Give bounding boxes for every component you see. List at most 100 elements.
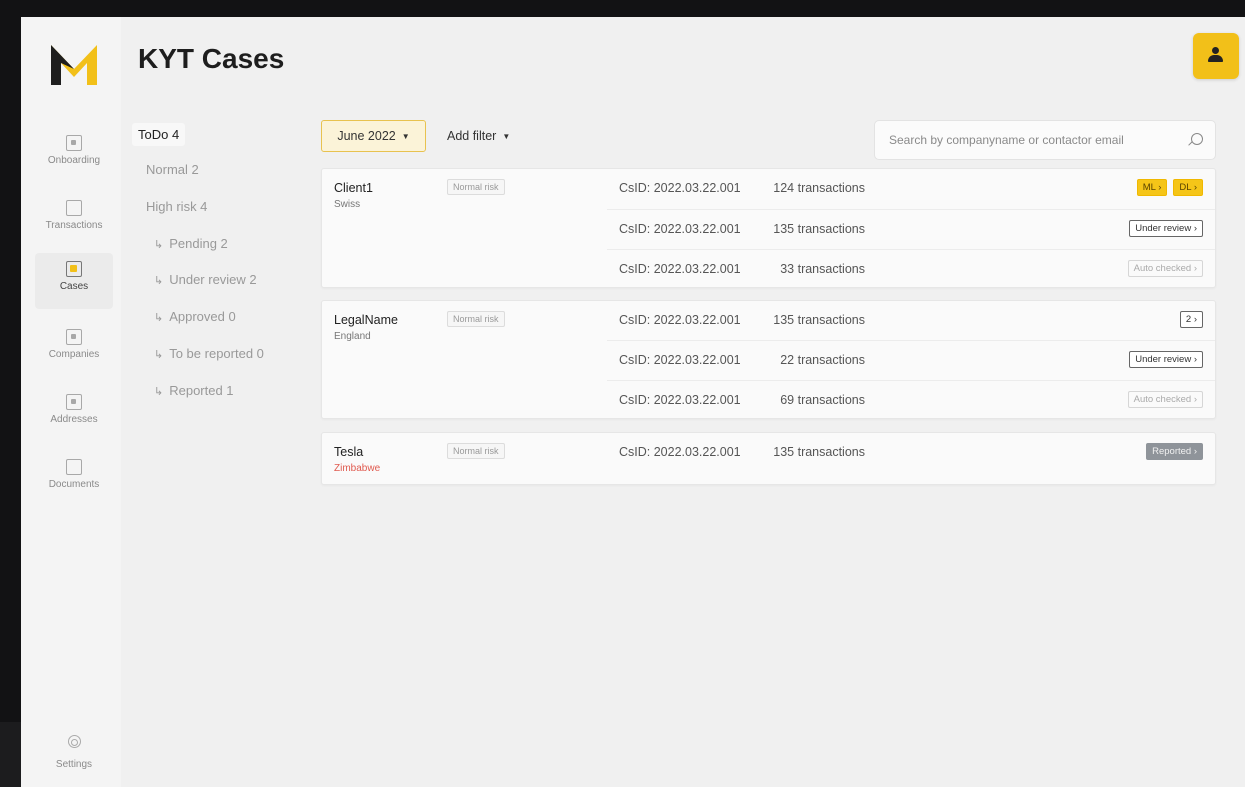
sidebar-item-documents[interactable]: Documents — [35, 451, 113, 507]
transaction-count: 135 transactions — [773, 445, 865, 459]
sidebar: Onboarding Transactions Cases Companies … — [21, 17, 121, 787]
transaction-count: 135 transactions — [773, 222, 865, 236]
auto-checked-tag[interactable]: Auto checked › — [1127, 260, 1203, 277]
status-tags: Reported › — [1146, 443, 1203, 460]
company-name[interactable]: Client1 — [334, 181, 373, 195]
transaction-count: 69 transactions — [780, 393, 865, 407]
tree-item-label: Reported 1 — [169, 383, 234, 398]
search-icon[interactable] — [1191, 133, 1203, 145]
case-id: CsID: 2022.03.22.001 — [619, 262, 741, 276]
case-row[interactable]: CsID: 2022.03.22.001 135 transactions 2 … — [607, 301, 1215, 341]
company-country: Zimbabwe — [334, 463, 381, 474]
risk-badge: Normal risk — [447, 179, 505, 195]
caret-down-icon: ▼ — [401, 131, 410, 141]
sidebar-item-label: Cases — [59, 281, 89, 292]
status-tags: Auto checked › — [1127, 260, 1203, 277]
case-id: CsID: 2022.03.22.001 — [619, 313, 741, 327]
status-tags: ML › DL › — [1136, 179, 1203, 196]
company-country: Swiss — [334, 199, 361, 210]
transaction-count: 22 transactions — [780, 353, 865, 367]
case-row[interactable]: CsID: 2022.03.22.001 33 transactions Aut… — [607, 249, 1215, 289]
sidebar-item-label: Addresses — [50, 414, 98, 425]
user-icon — [1212, 47, 1219, 54]
tree-item-high-risk[interactable]: High risk 4 — [146, 199, 207, 214]
case-id: CsID: 2022.03.22.001 — [619, 445, 741, 459]
add-filter-button[interactable]: Add filter ▼ — [441, 120, 516, 152]
search-box — [874, 120, 1216, 160]
sub-arrow-icon: ↳ — [154, 349, 164, 361]
sidebar-item-label: Onboarding — [47, 155, 101, 166]
add-filter-label: Add filter — [447, 129, 497, 143]
tree-item-label: Pending 2 — [169, 236, 228, 251]
tree-item-label: Approved 0 — [169, 309, 236, 324]
company-name[interactable]: LegalName — [334, 313, 398, 327]
month-value: June 2022 — [337, 129, 396, 143]
status-tags: Under review › — [1129, 220, 1203, 237]
sub-arrow-icon: ↳ — [154, 275, 164, 287]
sub-arrow-icon: ↳ — [154, 386, 164, 398]
case-count-tag[interactable]: 2 › — [1179, 311, 1203, 328]
case-card-client1: Client1 Swiss Normal risk CsID: 2022.03.… — [321, 168, 1216, 288]
brand-logo — [51, 45, 97, 85]
user-icon-body — [1208, 55, 1223, 62]
tree-item-todo[interactable]: ToDo 4 — [132, 123, 186, 146]
status-tags: Auto checked › — [1127, 391, 1203, 408]
case-id: CsID: 2022.03.22.001 — [619, 393, 741, 407]
case-row[interactable]: CsID: 2022.03.22.001 135 transactions Un… — [607, 209, 1215, 249]
sidebar-item-settings[interactable]: Settings — [35, 735, 113, 772]
sidebar-item-label: Settings — [55, 759, 93, 770]
tree-item-to-be-reported[interactable]: ↳ To be reported 0 — [154, 346, 264, 361]
app-window: Onboarding Transactions Cases Companies … — [21, 17, 1245, 787]
transactions-icon — [66, 200, 82, 216]
page-title: KYT Cases — [138, 43, 285, 74]
case-row[interactable]: CsID: 2022.03.22.001 135 transactions Re… — [607, 433, 1215, 473]
case-card-legalname: LegalName England Normal risk CsID: 2022… — [321, 300, 1216, 419]
case-row[interactable]: CsID: 2022.03.22.001 124 transactions ML… — [607, 169, 1215, 209]
auto-checked-tag[interactable]: Auto checked › — [1127, 391, 1203, 408]
company-country: England — [334, 331, 371, 342]
search-input[interactable] — [889, 121, 1179, 159]
sidebar-item-label: Transactions — [45, 220, 103, 231]
caret-down-icon: ▼ — [502, 131, 511, 141]
under-review-tag[interactable]: Under review › — [1129, 351, 1203, 368]
profile-button[interactable] — [1193, 33, 1239, 79]
sidebar-item-label: Documents — [48, 479, 100, 490]
sidebar-item-transactions[interactable]: Transactions — [35, 192, 113, 248]
tree-item-approved[interactable]: ↳ Approved 0 — [154, 309, 236, 324]
documents-icon — [66, 459, 82, 475]
company-name[interactable]: Tesla — [334, 445, 363, 459]
transaction-count: 135 transactions — [773, 313, 865, 327]
tree-item-normal[interactable]: Normal 2 — [146, 162, 199, 177]
sub-arrow-icon: ↳ — [154, 312, 164, 324]
sidebar-item-companies[interactable]: Companies — [35, 321, 113, 377]
month-dropdown[interactable]: June 2022 ▼ — [321, 120, 426, 152]
case-card-tesla: Tesla Zimbabwe Normal risk CsID: 2022.03… — [321, 432, 1216, 485]
window-edge — [0, 722, 21, 787]
sidebar-item-onboarding[interactable]: Onboarding — [35, 127, 113, 183]
risk-badge: Normal risk — [447, 443, 505, 459]
tree-item-reported[interactable]: ↳ Reported 1 — [154, 383, 234, 398]
sidebar-item-addresses[interactable]: Addresses — [35, 386, 113, 442]
case-row[interactable]: CsID: 2022.03.22.001 69 transactions Aut… — [607, 380, 1215, 420]
case-id: CsID: 2022.03.22.001 — [619, 222, 741, 236]
case-id: CsID: 2022.03.22.001 — [619, 181, 741, 195]
sidebar-item-cases[interactable]: Cases — [35, 253, 113, 309]
case-row[interactable]: CsID: 2022.03.22.001 22 transactions Und… — [607, 340, 1215, 380]
companies-icon — [66, 329, 82, 345]
under-review-tag[interactable]: Under review › — [1129, 220, 1203, 237]
status-tags: Under review › — [1129, 351, 1203, 368]
tree-item-label: To be reported 0 — [169, 346, 264, 361]
transaction-count: 124 transactions — [773, 181, 865, 195]
gear-icon — [67, 735, 81, 748]
status-tags: 2 › — [1179, 311, 1203, 328]
tree-item-under-review[interactable]: ↳ Under review 2 — [154, 272, 257, 287]
cases-icon — [66, 261, 82, 277]
onboarding-icon — [66, 135, 82, 151]
reported-tag[interactable]: Reported › — [1146, 443, 1203, 460]
sub-arrow-icon: ↳ — [154, 239, 164, 251]
ml-tag[interactable]: ML › — [1136, 179, 1168, 196]
risk-badge: Normal risk — [447, 311, 505, 327]
sidebar-item-label: Companies — [48, 349, 100, 360]
tree-item-pending[interactable]: ↳ Pending 2 — [154, 236, 228, 251]
dl-tag[interactable]: DL › — [1173, 179, 1203, 196]
